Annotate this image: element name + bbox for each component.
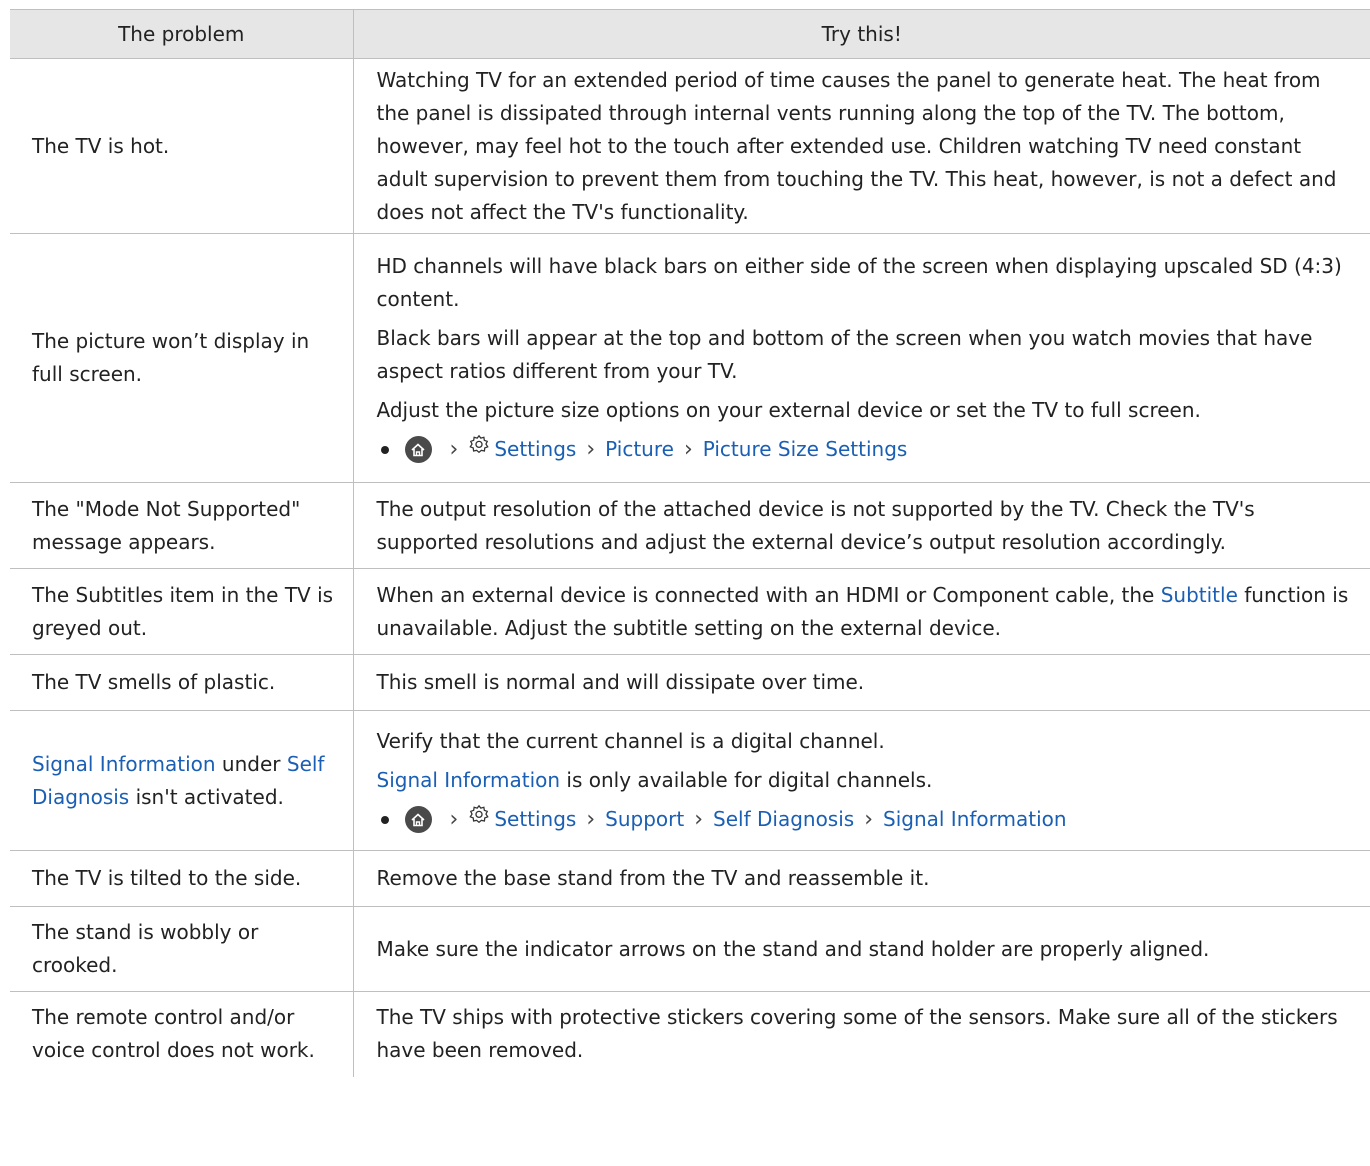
gear-icon	[468, 433, 490, 466]
solution-cell: This smell is normal and will dissipate …	[353, 654, 1370, 711]
table-row: The stand is wobbly or crooked. Make sur…	[10, 906, 1370, 992]
chevron-right-icon: ›	[449, 437, 459, 462]
menu-path: › Settings › Support › Self Diagnosis › …	[377, 803, 1357, 836]
solution-cell: Remove the base stand from the TV and re…	[353, 850, 1370, 907]
solution-text: The output resolution of the attached de…	[376, 496, 1255, 554]
problem-cell: Signal Information under Self Diagnosis …	[10, 710, 354, 851]
path-item-settings[interactable]: Settings	[494, 433, 576, 466]
solution-text: Signal Information is only available for…	[377, 764, 1357, 797]
path-item-picture[interactable]: Picture	[605, 433, 674, 466]
path-item-signal-information[interactable]: Signal Information	[883, 803, 1067, 836]
signal-information-link[interactable]: Signal Information	[377, 768, 561, 792]
home-icon	[404, 436, 432, 463]
column-header-problem: The problem	[10, 9, 354, 59]
solution-text: Black bars will appear at the top and bo…	[376, 326, 1313, 383]
problem-cell: The picture won’t display in full screen…	[10, 233, 354, 483]
solution-cell: When an external device is connected wit…	[353, 568, 1370, 655]
problem-cell: The remote control and/or voice control …	[10, 991, 354, 1077]
problem-cell: The TV is hot.	[10, 58, 354, 234]
chevron-right-icon: ›	[449, 807, 459, 832]
solution-text: HD channels will have black bars on eith…	[376, 254, 1342, 311]
chevron-right-icon: ›	[864, 807, 874, 832]
solution-text: When an external device is connected wit…	[377, 579, 1357, 645]
home-icon	[404, 806, 432, 833]
table-row: The remote control and/or voice control …	[10, 991, 1370, 1077]
path-item-support[interactable]: Support	[605, 803, 684, 836]
problem-cell: The "Mode Not Supported" message appears…	[10, 482, 354, 569]
chevron-right-icon: ›	[683, 437, 693, 462]
table-row: The TV is tilted to the side. Remove the…	[10, 850, 1370, 907]
solution-cell: The TV ships with protective stickers co…	[353, 991, 1370, 1077]
chevron-right-icon: ›	[694, 807, 704, 832]
solution-cell: Watching TV for an extended period of ti…	[353, 58, 1370, 234]
table-row: The "Mode Not Supported" message appears…	[10, 482, 1370, 569]
solution-cell: HD channels will have black bars on eith…	[353, 233, 1370, 483]
solution-text: Adjust the picture size options on your …	[376, 398, 1201, 422]
solution-text: The TV ships with protective stickers co…	[376, 1005, 1338, 1063]
chevron-right-icon: ›	[586, 437, 596, 462]
problem-cell: The TV smells of plastic.	[10, 654, 354, 711]
menu-path: › Settings › Picture › Picture Size Sett…	[377, 433, 1357, 466]
problem-text-part: isn't activated.	[129, 784, 284, 809]
solution-text: Remove the base stand from the TV and re…	[376, 866, 930, 890]
table-row: Signal Information under Self Diagnosis …	[10, 710, 1370, 851]
solution-cell: Make sure the indicator arrows on the st…	[353, 906, 1370, 992]
solution-text: This smell is normal and will dissipate …	[376, 670, 865, 694]
table-row: The Subtitles item in the TV is greyed o…	[10, 568, 1370, 655]
column-header-solution: Try this!	[353, 9, 1370, 59]
solution-text: Watching TV for an extended period of ti…	[376, 67, 1337, 224]
table-row: The picture won’t display in full screen…	[10, 233, 1370, 483]
problem-text-part: under	[215, 751, 287, 776]
path-item-settings[interactable]: Settings	[494, 803, 576, 836]
solution-cell: The output resolution of the attached de…	[353, 482, 1370, 569]
problem-cell: The TV is tilted to the side.	[10, 850, 354, 907]
solution-text-part: is only available for digital channels.	[560, 768, 933, 792]
troubleshooting-table: The problem Try this! The TV is hot. Wat…	[10, 9, 1370, 1077]
bullet	[380, 445, 389, 454]
path-item-picture-size-settings[interactable]: Picture Size Settings	[703, 433, 908, 466]
solution-cell: Verify that the current channel is a dig…	[353, 710, 1370, 851]
problem-cell: The stand is wobbly or crooked.	[10, 906, 354, 992]
subtitle-link[interactable]: Subtitle	[1161, 583, 1238, 607]
table-row: The TV smells of plastic. This smell is …	[10, 654, 1370, 711]
signal-information-link[interactable]: Signal Information	[32, 752, 216, 776]
solution-text: Verify that the current channel is a dig…	[376, 729, 885, 753]
solution-text-part: When an external device is connected wit…	[376, 582, 1161, 607]
bullet	[380, 815, 389, 824]
path-item-self-diagnosis[interactable]: Self Diagnosis	[713, 803, 854, 836]
table-header-row: The problem Try this!	[10, 9, 1370, 59]
solution-text: Make sure the indicator arrows on the st…	[376, 936, 1210, 961]
chevron-right-icon: ›	[586, 807, 596, 832]
problem-cell: The Subtitles item in the TV is greyed o…	[10, 568, 354, 655]
gear-icon	[468, 803, 490, 836]
table-row: The TV is hot. Watching TV for an extend…	[10, 58, 1370, 234]
